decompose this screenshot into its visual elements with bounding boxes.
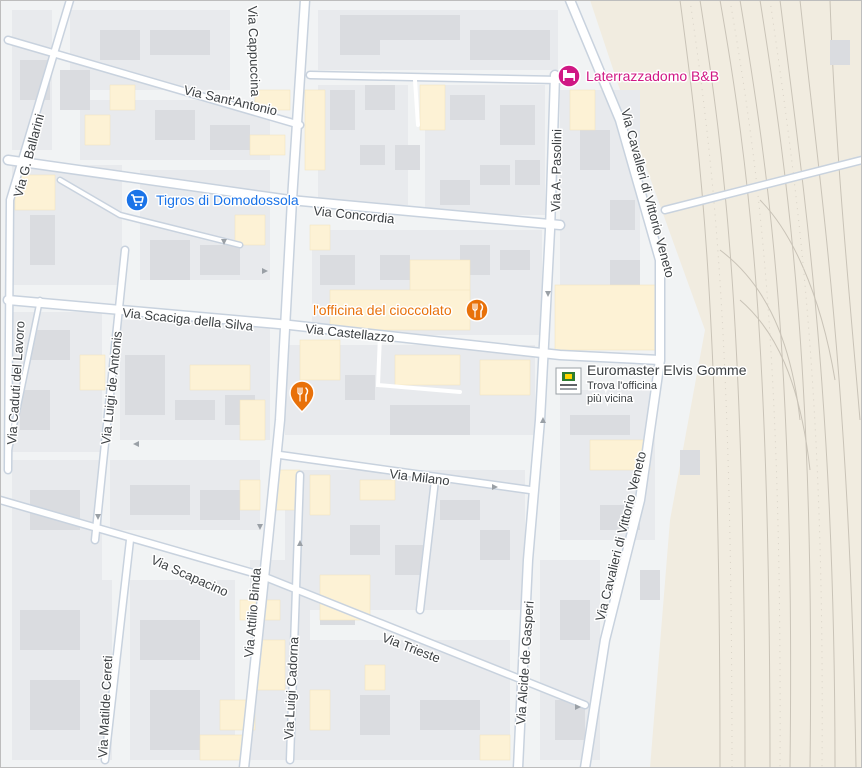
poi-label-euromaster: Euromaster Elvis Gomme: [587, 362, 747, 378]
poi-label-laterrazzadomo: Laterrazzadomo B&B: [586, 68, 719, 84]
map-canvas[interactable]: Via G. Ballarini Via Cappuccina Via Sant…: [0, 0, 862, 768]
euromaster-logo-icon: [555, 367, 582, 395]
street-label-a-pasolini: Via A. Pasolini: [548, 129, 564, 212]
poi-label-tigros: Tigros di Domodossola: [156, 192, 299, 208]
restaurant-icon: [465, 298, 489, 322]
poi-sub-euromaster-line2: più vicina: [587, 393, 634, 405]
poi-sub-euromaster-line1: Trova l'officina: [587, 380, 658, 392]
poi-label-officina: l'officina del cioccolato: [313, 302, 452, 318]
hotel-bed-icon: [557, 64, 581, 88]
street-label-cappuccina: Via Cappuccina: [245, 6, 263, 98]
shopping-cart-icon: [125, 188, 149, 212]
